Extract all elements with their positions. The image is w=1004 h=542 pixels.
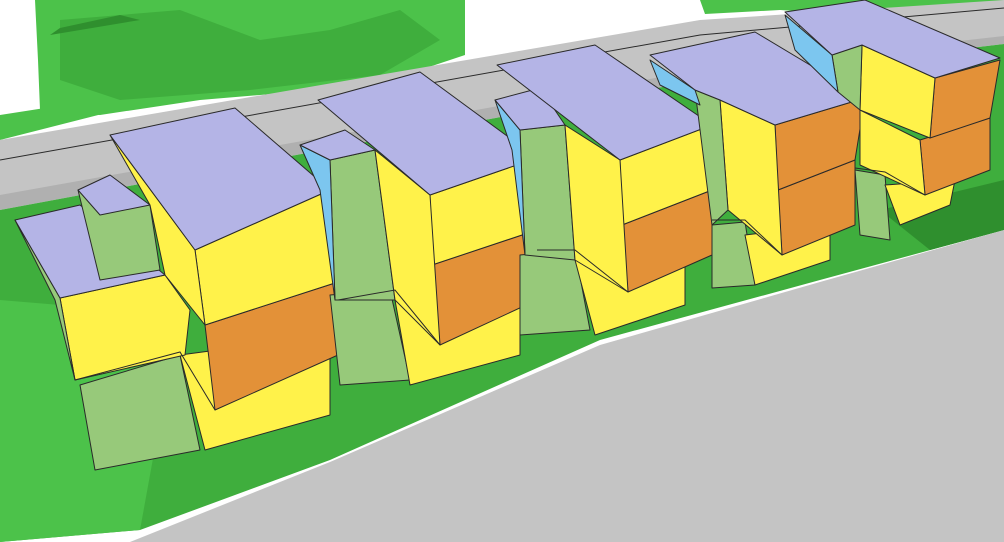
block-5-base-side [854,169,891,241]
massing-model-scene [0,0,1004,542]
